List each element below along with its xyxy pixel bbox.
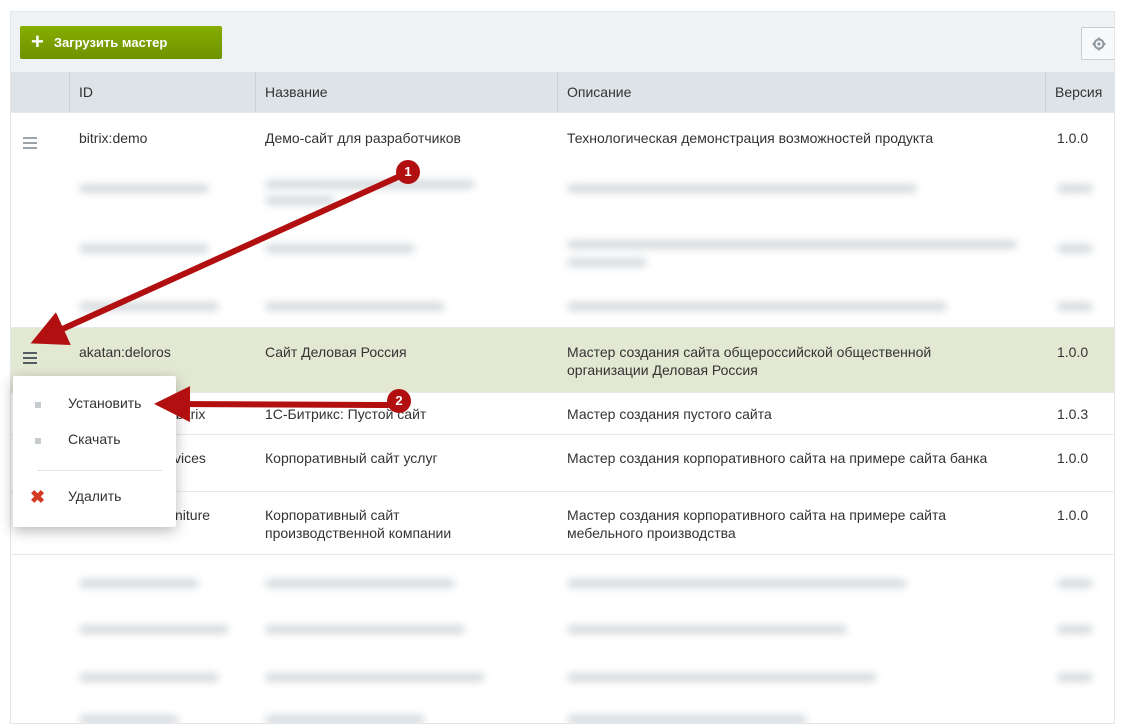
- table-row[interactable]: bitrix:demo Демо-сайт для разработчиков …: [11, 112, 1114, 163]
- wizards-panel: + Загрузить мастер ID Название Описание …: [10, 11, 1115, 724]
- row-id: akatan:deloros: [79, 344, 171, 360]
- row-version: 1.0.0: [1057, 507, 1089, 523]
- header-id[interactable]: ID: [69, 72, 255, 112]
- table-row[interactable]: y_bitrix 1С-Битрикс: Пустой сайт Мастер …: [11, 392, 1114, 435]
- header-description[interactable]: Описание: [557, 72, 1045, 112]
- row-id: vices: [174, 450, 206, 466]
- bullet-icon: [35, 438, 41, 444]
- menu-divider: [37, 470, 162, 471]
- header-name[interactable]: Название: [255, 72, 557, 112]
- blurred-rows: [11, 162, 1114, 327]
- row-name: Демо-сайт для разработчиков: [265, 130, 461, 146]
- menu-item-download[interactable]: Скачать: [13, 424, 176, 458]
- settings-button[interactable]: [1081, 27, 1114, 60]
- header-actions: [11, 72, 69, 112]
- row-version: 1.0.0: [1057, 450, 1089, 466]
- header-version[interactable]: Версия: [1045, 72, 1114, 112]
- row-version: 1.0.0: [1057, 130, 1089, 146]
- row-menu-icon[interactable]: [23, 137, 37, 152]
- bullet-icon: [35, 402, 41, 408]
- row-name: Корпоративный сайт производственной комп…: [265, 507, 452, 541]
- table-header: ID Название Описание Версия: [11, 72, 1114, 112]
- annotation-badge-1: 1: [396, 160, 420, 184]
- menu-item-label: Установить: [68, 395, 142, 411]
- table-row[interactable]: niture Корпоративный сайт производственн…: [11, 491, 1114, 555]
- row-id: bitrix:demo: [79, 130, 148, 146]
- gear-icon: [1092, 37, 1106, 50]
- blurred-rows: [11, 554, 1114, 723]
- row-menu-icon[interactable]: [23, 352, 37, 367]
- row-version: 1.0.3: [1057, 406, 1089, 422]
- menu-item-label: Удалить: [68, 488, 122, 504]
- upload-wizard-button[interactable]: + Загрузить мастер: [20, 26, 222, 59]
- row-description: Мастер создания корпоративного сайта на …: [567, 450, 988, 466]
- row-name: Сайт Деловая Россия: [265, 344, 407, 360]
- toolbar: + Загрузить мастер: [11, 12, 1114, 72]
- menu-item-label: Скачать: [68, 431, 121, 447]
- annotation-badge-2: 2: [387, 389, 411, 413]
- upload-wizard-label: Загрузить мастер: [53, 35, 168, 50]
- close-icon: ✖: [30, 487, 46, 507]
- row-version: 1.0.0: [1057, 344, 1089, 360]
- table-row[interactable]: vices Корпоративный сайт услуг Мастер со…: [11, 434, 1114, 492]
- plus-icon: +: [31, 28, 44, 54]
- row-description: Мастер создания сайта общероссийской общ…: [567, 344, 932, 378]
- row-context-menu: Установить Скачать ✖ Удалить: [13, 376, 176, 527]
- menu-item-install[interactable]: Установить: [13, 388, 176, 422]
- row-description: Технологическая демонстрация возможносте…: [567, 130, 934, 146]
- row-name: Корпоративный сайт услуг: [265, 450, 438, 466]
- row-description: Мастер создания пустого сайта: [567, 406, 772, 422]
- row-id: niture: [175, 507, 211, 523]
- table-row-selected[interactable]: akatan:deloros Сайт Деловая Россия Масте…: [11, 327, 1114, 393]
- menu-item-delete[interactable]: ✖ Удалить: [13, 481, 176, 515]
- row-description: Мастер создания корпоративного сайта на …: [567, 507, 946, 541]
